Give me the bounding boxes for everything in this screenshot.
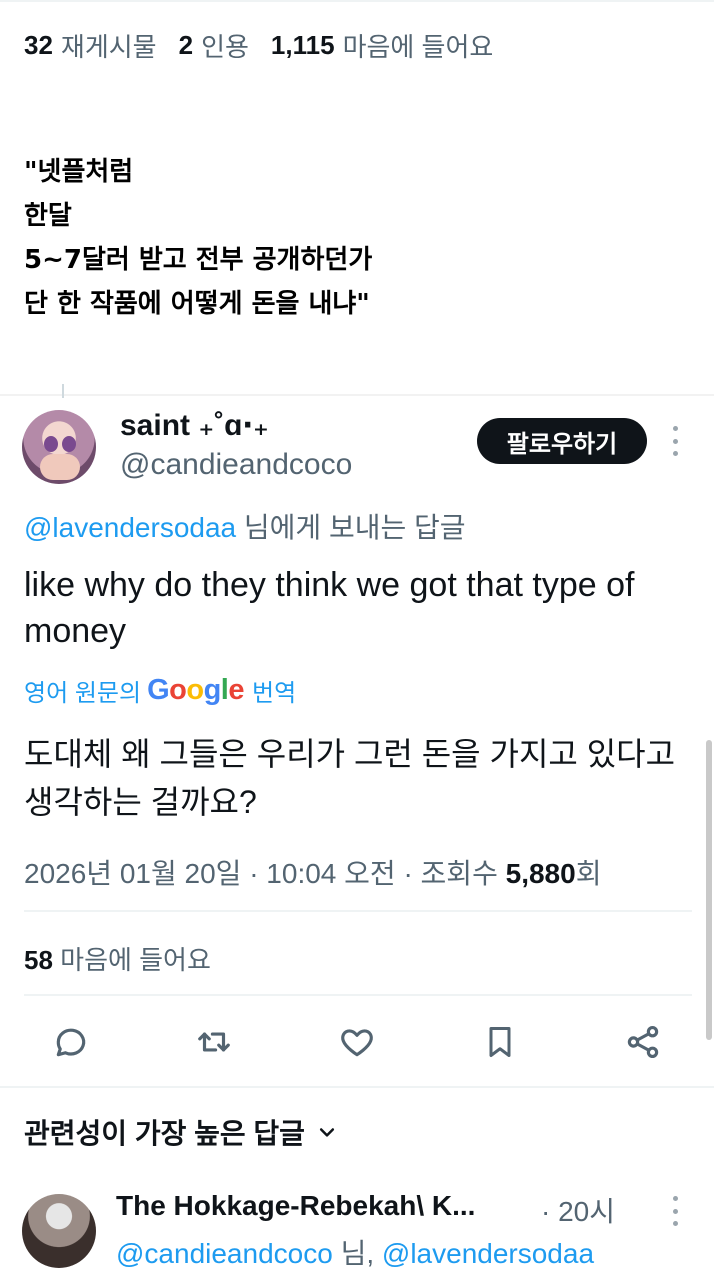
- quoted-caption-text: "넷플처럼 한달 5~7달러 받고 전부 공개하던가 단 한 작품에 어떻게 돈…: [24, 157, 373, 319]
- reply-handle-sep: 님,: [332, 1238, 382, 1269]
- tweet-text: like why do they think we got that type …: [24, 566, 635, 650]
- tweet-meta: 2026년 01월 20일 · 10:04 오전 · 조회수 5,880회: [24, 852, 601, 892]
- avatar-hand: [40, 454, 80, 480]
- divider: [24, 994, 692, 996]
- likes-summary[interactable]: 58 마음에 들어요: [24, 940, 211, 977]
- bookmark-icon[interactable]: [478, 1020, 522, 1064]
- reply-author-name[interactable]: The Hokkage-Rebekah\ K...: [116, 1190, 475, 1222]
- reply-icon[interactable]: [49, 1020, 93, 1064]
- reply-handles: @candieandcoco 님, @lavendersodaa: [116, 1232, 594, 1272]
- views-count: 5,880: [505, 858, 576, 889]
- reply-likes-label: 마음에 들어요: [60, 945, 211, 975]
- translated-text: 도대체 왜 그들은 우리가 그런 돈을 가지고 있다고 생각하는 걸까요?: [24, 736, 676, 820]
- avatar-eye: [44, 436, 58, 452]
- reply-to-mention[interactable]: @lavendersodaa: [24, 512, 236, 543]
- reply-handle-2[interactable]: @lavendersodaa: [382, 1238, 594, 1269]
- replying-to: @lavendersodaa 님에게 보내는 답글: [24, 506, 466, 546]
- avatar[interactable]: [22, 1194, 96, 1268]
- like-icon[interactable]: [335, 1020, 379, 1064]
- more-icon[interactable]: [670, 426, 680, 456]
- section-divider: [0, 394, 714, 396]
- tweet-stats-bar: 32 재게시물 2 인용 1,115 마음에 들어요: [24, 28, 515, 62]
- translate-link[interactable]: 영어 원문의 Google 번역: [24, 672, 296, 708]
- quotes-label[interactable]: 인용: [201, 27, 249, 64]
- thread-connector: [62, 384, 64, 398]
- more-icon[interactable]: [670, 1196, 680, 1226]
- translate-prefix: 영어 원문의: [24, 679, 142, 707]
- reply-to-suffix: 님에게 보내는 답글: [236, 512, 466, 543]
- share-icon[interactable]: [621, 1020, 665, 1064]
- timestamp[interactable]: 2026년 01월 20일 · 10:04 오전 · 조회수: [24, 858, 506, 889]
- avatar[interactable]: [22, 410, 96, 484]
- divider: [0, 1086, 714, 1088]
- reply-handle-1[interactable]: @candieandcoco: [116, 1238, 333, 1269]
- author-handle[interactable]: @candieandcoco: [120, 448, 352, 482]
- retweets-count[interactable]: 32: [24, 30, 53, 61]
- quotes-count[interactable]: 2: [179, 30, 193, 61]
- retweets-label[interactable]: 재게시물: [61, 27, 157, 64]
- reply-likes-count: 58: [24, 945, 53, 975]
- reply-sort-selector[interactable]: 관련성이 가장 높은 답글: [24, 1112, 337, 1152]
- follow-button[interactable]: 팔로우하기: [477, 418, 647, 464]
- likes-count[interactable]: 1,115: [271, 30, 335, 61]
- action-bar: [0, 1020, 714, 1064]
- reply-time[interactable]: · 20시: [541, 1190, 615, 1230]
- chevron-down-icon: [319, 1128, 335, 1137]
- sort-label: 관련성이 가장 높은 답글: [24, 1118, 305, 1149]
- scrollbar[interactable]: [706, 740, 712, 1040]
- author-name[interactable]: saint ₊˚ɑ‧₊: [120, 408, 269, 443]
- divider: [24, 910, 692, 912]
- retweet-icon[interactable]: [192, 1020, 236, 1064]
- google-logo: Google: [147, 673, 244, 706]
- likes-label[interactable]: 마음에 들어요: [343, 27, 494, 64]
- translate-suffix: 번역: [252, 679, 297, 707]
- views-suffix: 회: [575, 858, 602, 889]
- top-divider: [0, 0, 714, 2]
- avatar-eye: [62, 436, 76, 452]
